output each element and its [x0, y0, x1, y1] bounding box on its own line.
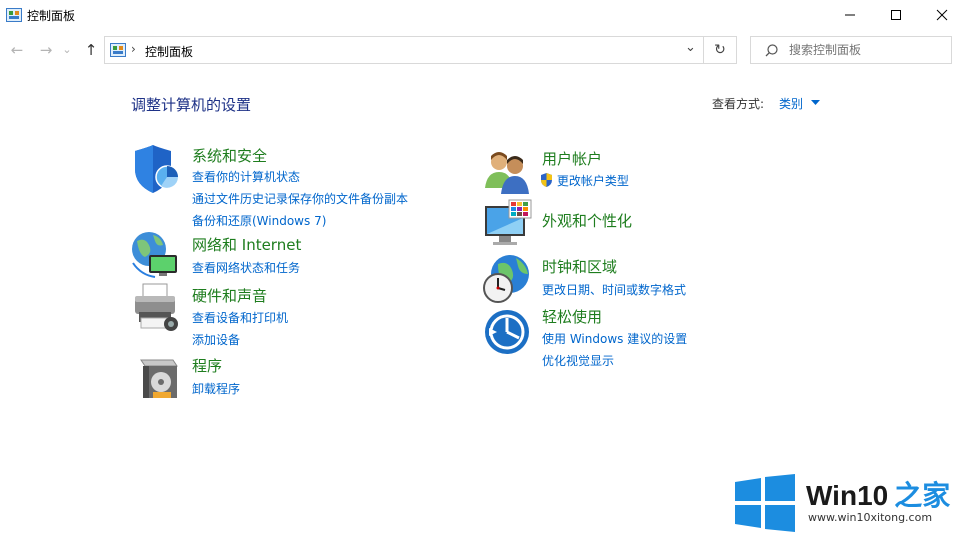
- category-ease-of-access: 轻松使用 使用 Windows 建议的设置 优化视觉显示: [542, 306, 687, 369]
- close-button[interactable]: [919, 0, 965, 30]
- link-change-date-time-format[interactable]: 更改日期、时间或数字格式: [542, 281, 686, 298]
- link-network-status[interactable]: 查看网络状态和任务: [192, 259, 301, 276]
- uac-shield-icon: [541, 173, 552, 187]
- appearance-monitor-icon: [485, 199, 532, 245]
- control-panel-icon: [6, 8, 22, 22]
- breadcrumb-control-panel[interactable]: 控制面板: [145, 43, 193, 60]
- category-title-programs[interactable]: 程序: [192, 355, 240, 376]
- search-input[interactable]: [789, 41, 944, 59]
- watermark-suffix: 之家: [894, 480, 951, 511]
- category-title-user-accounts[interactable]: 用户帐户: [542, 148, 631, 169]
- category-title-clock-region[interactable]: 时钟和区域: [542, 256, 686, 277]
- category-network-internet: 网络和 Internet 查看网络状态和任务: [192, 234, 301, 276]
- category-user-accounts: 用户帐户 更改帐户类型: [540, 148, 631, 189]
- watermark-brand-text: Win10: [806, 480, 889, 511]
- network-globe-icon: [132, 232, 177, 278]
- category-title-network-internet[interactable]: 网络和 Internet: [192, 234, 301, 255]
- forward-button[interactable]: →: [36, 39, 56, 61]
- minimize-button[interactable]: [827, 0, 873, 30]
- clock-globe-icon: [483, 255, 529, 303]
- link-add-device[interactable]: 添加设备: [192, 331, 288, 348]
- category-appearance: 外观和个性化: [542, 210, 632, 231]
- category-clock-region: 时钟和区域 更改日期、时间或数字格式: [542, 256, 686, 298]
- ease-of-access-icon: [485, 310, 529, 354]
- address-bar[interactable]: › 控制面板 ⌄: [104, 36, 704, 64]
- view-by-label: 查看方式:: [712, 97, 765, 111]
- link-backup-restore[interactable]: 备份和还原(Windows 7): [192, 212, 408, 229]
- programs-icon: [140, 359, 178, 398]
- user-accounts-icon: [485, 152, 529, 194]
- recent-locations-button[interactable]: ⌄: [60, 39, 74, 61]
- printer-icon: [135, 283, 178, 331]
- link-optimize-visual-display[interactable]: 优化视觉显示: [542, 352, 687, 369]
- maximize-icon: [891, 10, 901, 20]
- watermark: Win10 之家 www.win10xitong.com: [735, 470, 955, 534]
- category-system-security: 系统和安全 查看你的计算机状态 通过文件历史记录保存你的文件备份副本 备份和还原…: [192, 145, 408, 229]
- refresh-icon: ↻: [714, 42, 726, 58]
- link-change-account-type-label: 更改帐户类型: [556, 174, 629, 188]
- shield-icon: [135, 145, 179, 193]
- control-panel-icon: [110, 43, 126, 57]
- link-file-history-backup[interactable]: 通过文件历史记录保存你的文件备份副本: [192, 190, 408, 207]
- search-icon: [765, 44, 778, 57]
- view-by-dropdown[interactable]: 类别: [779, 95, 820, 112]
- window-title: 控制面板: [27, 9, 76, 23]
- close-icon: [936, 9, 948, 21]
- watermark-brand: Win10 之家: [806, 474, 950, 514]
- link-devices-printers[interactable]: 查看设备和打印机: [192, 309, 288, 326]
- category-title-ease-of-access[interactable]: 轻松使用: [542, 306, 687, 327]
- category-title-system-security[interactable]: 系统和安全: [192, 145, 408, 166]
- link-view-computer-status[interactable]: 查看你的计算机状态: [192, 168, 408, 185]
- view-by-value: 类别: [779, 97, 804, 111]
- category-title-appearance[interactable]: 外观和个性化: [542, 210, 632, 231]
- minimize-icon: [845, 14, 855, 16]
- category-programs: 程序 卸载程序: [192, 355, 240, 397]
- up-button[interactable]: ↑: [81, 39, 101, 61]
- title-bar: 控制面板: [0, 0, 965, 30]
- category-title-hardware-sound[interactable]: 硬件和声音: [192, 285, 288, 306]
- back-button[interactable]: ←: [7, 39, 27, 61]
- category-hardware-sound: 硬件和声音 查看设备和打印机 添加设备: [192, 285, 288, 348]
- link-recommended-settings[interactable]: 使用 Windows 建议的设置: [542, 330, 687, 347]
- chevron-down-icon: [810, 100, 820, 105]
- windows-logo-icon: [735, 474, 795, 532]
- link-change-account-type[interactable]: 更改帐户类型: [540, 172, 629, 189]
- search-box[interactable]: [750, 36, 952, 64]
- breadcrumb-separator[interactable]: ›: [131, 42, 136, 56]
- page-title: 调整计算机的设置: [131, 96, 252, 114]
- link-uninstall-program[interactable]: 卸载程序: [192, 380, 240, 397]
- address-dropdown-button[interactable]: ⌄: [685, 40, 696, 55]
- maximize-button[interactable]: [873, 0, 919, 30]
- refresh-button[interactable]: ↻: [704, 36, 737, 64]
- watermark-url: www.win10xitong.com: [808, 511, 933, 524]
